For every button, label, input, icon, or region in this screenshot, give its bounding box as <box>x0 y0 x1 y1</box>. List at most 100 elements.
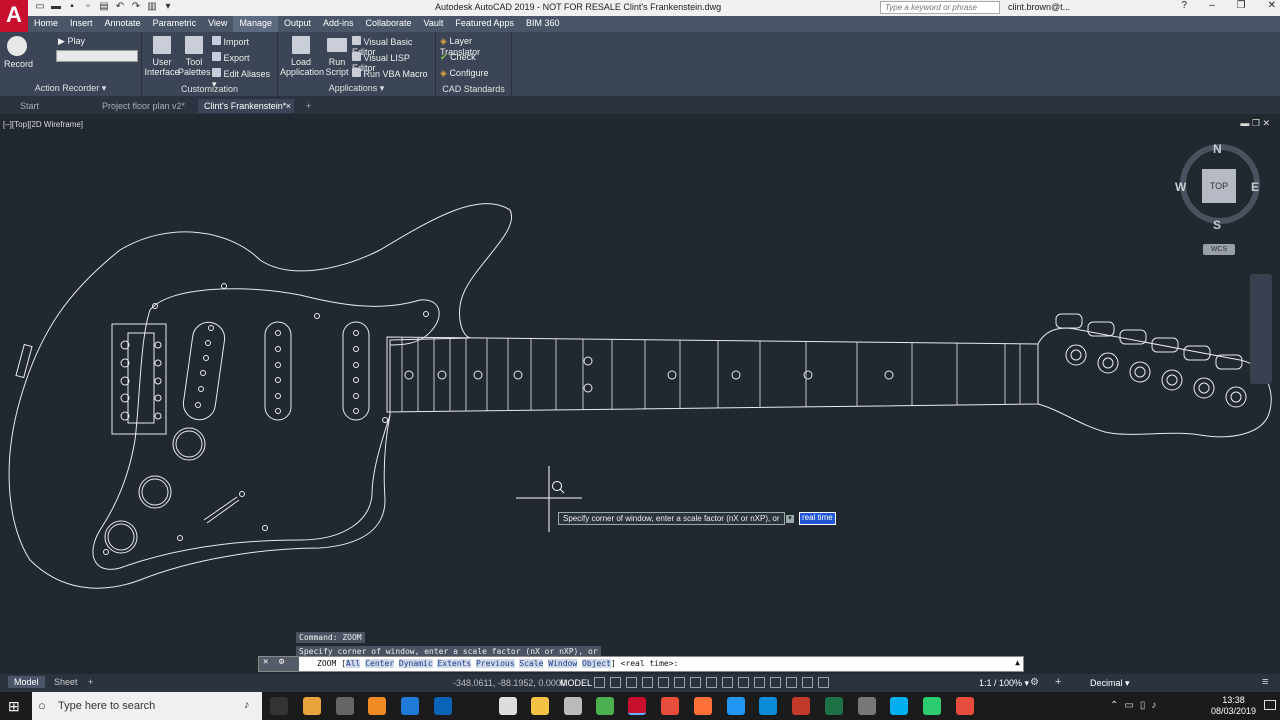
option-dynamic[interactable]: Dynamic <box>398 659 433 668</box>
app-icon-20[interactable] <box>956 697 974 715</box>
workspace-gear-icon[interactable]: ⚙ <box>1030 677 1039 688</box>
new-icon[interactable]: ▭ <box>34 1 46 13</box>
macro-dropdown[interactable] <box>56 50 138 62</box>
import-button[interactable]: Import <box>212 36 249 47</box>
navigation-bar[interactable] <box>1250 274 1272 384</box>
auto-scale-icon[interactable] <box>818 677 829 688</box>
cursor-coordinates[interactable]: -348.0611, -88.1952, 0.0000 <box>453 678 566 688</box>
3d-osnap-icon[interactable] <box>738 677 749 688</box>
edge-app-icon[interactable] <box>401 697 419 715</box>
inventor-app-icon[interactable] <box>303 697 321 715</box>
action-recorder-title[interactable]: Action Recorder ▾ <box>0 83 141 94</box>
tab-output[interactable]: Output <box>278 16 317 32</box>
tab-collaborate[interactable]: Collaborate <box>360 16 418 32</box>
save-as-icon[interactable]: ▫ <box>82 1 94 13</box>
skype-app-icon[interactable] <box>890 697 908 715</box>
redo-icon[interactable]: ↷ <box>130 1 142 13</box>
tab-insert[interactable]: Insert <box>64 16 99 32</box>
microphone-icon[interactable]: ♪ <box>244 699 250 711</box>
annotation-scale[interactable]: 1:1 / 100% ▾ <box>979 678 1029 689</box>
option-center[interactable]: Center <box>365 659 395 668</box>
command-history-toggle-icon[interactable]: ▲ <box>1015 658 1020 667</box>
osnap-icon[interactable] <box>658 677 669 688</box>
customization-menu-icon[interactable]: ≡ <box>1262 676 1268 688</box>
wcs-menu[interactable]: WCS <box>1203 244 1235 255</box>
option-scale[interactable]: Scale <box>519 659 544 668</box>
qat-dropdown-icon[interactable]: ▾ <box>162 1 174 13</box>
layout-tab-sheet[interactable]: Sheet <box>48 676 84 688</box>
tab-view[interactable]: View <box>202 16 233 32</box>
app-icon-17[interactable] <box>858 697 876 715</box>
doc-tab-clints-frankenstein[interactable]: Clint's Frankenstein* × <box>198 99 294 113</box>
excel-app-icon[interactable] <box>825 697 843 715</box>
dynamic-input-field[interactable]: real time <box>799 512 836 525</box>
tool-palettes-button[interactable]: Tool Palettes <box>178 36 211 77</box>
run-vba-macro-button[interactable]: Run VBA Macro <box>352 68 428 79</box>
brave-app-icon[interactable] <box>661 697 679 715</box>
save-icon[interactable]: ▪ <box>66 1 78 13</box>
tab-manage[interactable]: Manage <box>233 16 278 32</box>
dynamic-input-options-icon[interactable]: ▾ <box>786 515 794 523</box>
close-icon[interactable]: ✕ <box>1268 0 1276 11</box>
doc-tab-project-floor-plan[interactable]: Project floor plan v2* <box>96 99 191 113</box>
add-layout-button[interactable]: + <box>82 676 99 688</box>
check-button[interactable]: ✔ Check <box>440 52 476 63</box>
play-button[interactable]: ▶ Play <box>58 36 85 47</box>
snap-icon[interactable] <box>610 677 621 688</box>
calculator-app-icon[interactable] <box>336 697 354 715</box>
vlc-app-icon[interactable] <box>368 697 386 715</box>
close-command-icon[interactable]: ✕ <box>263 657 268 667</box>
outlook-app-icon[interactable] <box>434 697 452 715</box>
user-account[interactable]: clint.brown@t... <box>1008 2 1070 12</box>
drawing-viewport[interactable]: [–][Top][2D Wireframe] ▬ ❐ ✕ N S E W TOP… <box>0 114 1280 674</box>
export-button[interactable]: Export <box>212 52 250 63</box>
tab-bim-360[interactable]: BIM 360 <box>520 16 566 32</box>
command-line[interactable]: ✕ ⚙ ZOOM [All Center Dynamic Extents Pre… <box>258 656 1024 672</box>
lineweight-icon[interactable] <box>690 677 701 688</box>
selection-filter-icon[interactable] <box>770 677 781 688</box>
grid-icon[interactable] <box>594 677 605 688</box>
firefox-app-icon[interactable] <box>694 697 712 715</box>
app-icon-14[interactable] <box>759 697 777 715</box>
minimize-icon[interactable]: – <box>1209 0 1215 11</box>
selection-cycling-icon[interactable] <box>722 677 733 688</box>
tab-annotate[interactable]: Annotate <box>99 16 147 32</box>
task-view-icon[interactable] <box>270 697 288 715</box>
chrome-app-icon[interactable] <box>596 697 614 715</box>
start-button[interactable]: ⊞ <box>8 698 24 714</box>
annotation-monitor-icon[interactable]: + <box>1055 676 1061 688</box>
applications-title[interactable]: Applications ▾ <box>278 83 435 94</box>
file-explorer-icon[interactable] <box>531 697 549 715</box>
units-dropdown[interactable]: Decimal ▾ <box>1090 678 1130 689</box>
configure-button[interactable]: ◈ Configure <box>440 68 488 79</box>
close-tab-icon[interactable]: × <box>286 101 291 111</box>
app-icon-8[interactable] <box>564 697 582 715</box>
compass-east[interactable]: E <box>1251 180 1259 194</box>
transparency-icon[interactable] <box>706 677 717 688</box>
record-button[interactable]: Record <box>4 36 33 69</box>
app-logo[interactable]: A <box>0 0 28 32</box>
plot-icon[interactable]: ▥ <box>146 1 158 13</box>
taskbar-clock[interactable]: 13:38 08/03/2019 <box>1211 695 1256 717</box>
view-cube-top-face[interactable]: TOP <box>1202 169 1236 203</box>
load-application-button[interactable]: Load Application <box>280 36 324 77</box>
notifications-icon[interactable] <box>1264 700 1276 710</box>
customize-command-icon[interactable]: ⚙ <box>279 657 284 667</box>
help-search-input[interactable]: Type a keyword or phrase <box>880 1 1000 14</box>
layout-tab-model[interactable]: Model <box>8 676 45 688</box>
compass-west[interactable]: W <box>1175 180 1186 194</box>
tab-parametric[interactable]: Parametric <box>147 16 203 32</box>
tab-home[interactable]: Home <box>28 16 64 32</box>
doc-tab-start[interactable]: Start <box>14 99 45 113</box>
app-icon-15[interactable] <box>792 697 810 715</box>
model-space-toggle[interactable]: MODEL <box>560 678 592 688</box>
otrack-icon[interactable] <box>674 677 685 688</box>
tab-add-ins[interactable]: Add-ins <box>317 16 360 32</box>
tab-vault[interactable]: Vault <box>418 16 450 32</box>
user-interface-button[interactable]: User Interface <box>144 36 180 77</box>
restore-icon[interactable]: ❐ <box>1237 0 1246 11</box>
gizmo-icon[interactable] <box>786 677 797 688</box>
option-all[interactable]: All <box>345 659 361 668</box>
app-icon-13[interactable] <box>727 697 745 715</box>
mail-app-icon[interactable] <box>499 697 517 715</box>
